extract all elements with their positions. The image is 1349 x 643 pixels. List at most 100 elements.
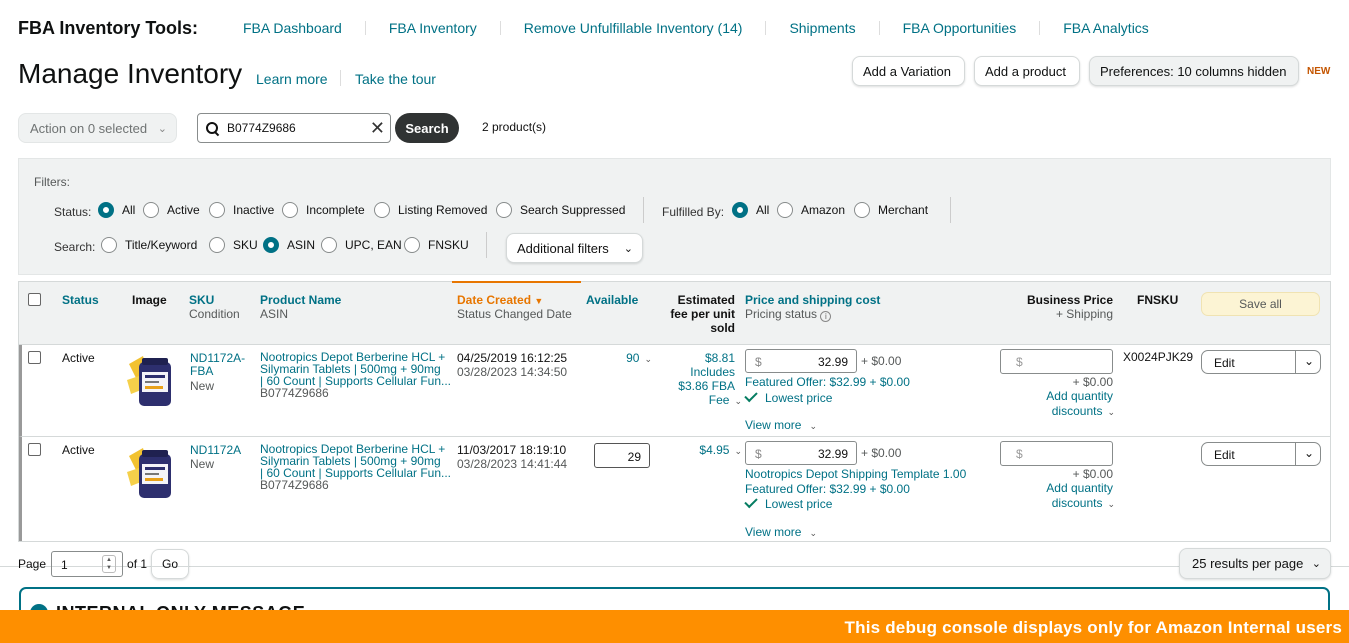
page-number-input[interactable]: 1 ▲ ▼ bbox=[51, 551, 124, 577]
row-fee-includes-line3[interactable]: Fee ⌄ bbox=[662, 394, 742, 408]
go-button[interactable]: Go bbox=[151, 549, 190, 579]
nav-fba-analytics[interactable]: FBA Analytics bbox=[1039, 21, 1172, 35]
row-add-qty-discounts-line2[interactable]: discounts ⌄ bbox=[1002, 405, 1115, 419]
fulfilled-merchant-radio[interactable]: Merchant bbox=[854, 202, 928, 218]
row-view-more[interactable]: View more ⌄ bbox=[745, 419, 817, 433]
page-of-total: of 1 bbox=[127, 557, 148, 571]
nav-fba-inventory[interactable]: FBA Inventory bbox=[364, 21, 500, 35]
nav-shipments[interactable]: Shipments bbox=[765, 21, 878, 35]
sort-desc-icon: ▼ bbox=[534, 296, 544, 306]
learn-more-link[interactable]: Learn more bbox=[256, 71, 328, 87]
add-variation-button[interactable]: Add a Variation bbox=[852, 56, 965, 86]
nav-fba-opportunities[interactable]: FBA Opportunities bbox=[878, 21, 1040, 35]
row-business-shipping: + $0.00 bbox=[1072, 467, 1113, 481]
row-available[interactable]: 90 ⌄ bbox=[602, 352, 652, 366]
radio-selected-icon bbox=[263, 237, 279, 253]
search-upc-ean-radio[interactable]: UPC, EAN bbox=[321, 237, 402, 253]
take-tour-link[interactable]: Take the tour bbox=[355, 71, 436, 87]
preferences-button[interactable]: Preferences: 10 columns hidden bbox=[1089, 56, 1299, 86]
nav-brand: FBA Inventory Tools: bbox=[18, 17, 198, 38]
row-status-changed: 03/28/2023 14:34:50 bbox=[457, 365, 568, 379]
status-active-radio[interactable]: Active bbox=[143, 202, 200, 218]
row-checkbox[interactable] bbox=[28, 351, 41, 364]
row-add-qty-discounts-line2[interactable]: discounts ⌄ bbox=[1002, 497, 1115, 511]
col-sku[interactable]: SKU bbox=[189, 293, 214, 307]
row-status: Active bbox=[62, 443, 95, 457]
row-fee[interactable]: $4.95 ⌄ bbox=[662, 444, 742, 458]
col-price[interactable]: Price and shipping cost bbox=[745, 293, 880, 307]
price-input[interactable]: $ 32.99 bbox=[745, 349, 857, 373]
radio-icon bbox=[854, 202, 870, 218]
row-lowest-price: Lowest price bbox=[744, 388, 832, 405]
row-shipping-template[interactable]: Nootropics Depot Shipping Template 1.00 bbox=[745, 468, 966, 481]
col-status[interactable]: Status bbox=[62, 293, 99, 307]
chevron-down-icon[interactable]: ⌄ bbox=[1304, 446, 1314, 460]
bulk-action-label: Action on 0 selected bbox=[30, 120, 148, 136]
row-fnsku: X0024PJK29 bbox=[1123, 350, 1194, 364]
search-asin-radio[interactable]: ASIN bbox=[263, 237, 315, 253]
row-status-changed: 03/28/2023 14:41:44 bbox=[457, 457, 568, 471]
table-header: Status Image SKU Condition Product Name … bbox=[19, 281, 1330, 345]
row-lowest-price: Lowest price bbox=[744, 494, 832, 511]
available-qty-input[interactable]: 29 bbox=[594, 443, 650, 468]
search-field[interactable]: ✕ bbox=[197, 113, 391, 143]
info-icon[interactable]: i bbox=[820, 311, 832, 322]
save-all-button[interactable]: Save all bbox=[1201, 292, 1320, 316]
nav-remove-unfulfillable[interactable]: Remove Unfulfillable Inventory (14) bbox=[499, 21, 766, 35]
edit-split-button[interactable]: Edit ⌄ bbox=[1201, 350, 1321, 374]
col-condition: Condition bbox=[189, 307, 240, 321]
chevron-down-icon: ⌄ bbox=[644, 354, 652, 364]
search-input[interactable] bbox=[227, 121, 367, 135]
row-checkbox[interactable] bbox=[28, 443, 41, 456]
col-fnsku: FNSKU bbox=[1137, 293, 1179, 307]
chevron-down-icon: ⌄ bbox=[809, 528, 818, 538]
clear-icon[interactable]: ✕ bbox=[370, 119, 385, 137]
search-button[interactable]: Search bbox=[395, 113, 459, 143]
business-price-input[interactable]: $ bbox=[1000, 349, 1113, 374]
results-per-page-select[interactable]: 25 results per page ⌄ bbox=[1179, 548, 1331, 579]
row-sku-line1[interactable]: ND1172A bbox=[190, 444, 241, 457]
col-date-created[interactable]: Date Created ▼ bbox=[457, 293, 543, 308]
status-incomplete-radio[interactable]: Incomplete bbox=[282, 202, 365, 218]
edit-split-button[interactable]: Edit ⌄ bbox=[1201, 442, 1321, 466]
col-image: Image bbox=[132, 293, 167, 307]
row-add-qty-discounts-line1[interactable]: Add quantity bbox=[1002, 482, 1113, 495]
search-fnsku-radio[interactable]: FNSKU bbox=[404, 237, 469, 253]
status-listing-removed-radio[interactable]: Listing Removed bbox=[374, 202, 487, 218]
add-product-button[interactable]: Add a product bbox=[974, 56, 1080, 86]
search-sku-radio[interactable]: SKU bbox=[209, 237, 258, 253]
fulfilled-amazon-radio[interactable]: Amazon bbox=[777, 202, 845, 218]
status-all-radio[interactable]: All bbox=[98, 202, 135, 218]
status-search-suppressed-radio[interactable]: Search Suppressed bbox=[496, 202, 625, 218]
row-featured-offer[interactable]: Featured Offer: $32.99 + $0.00 bbox=[745, 483, 910, 496]
col-available[interactable]: Available bbox=[586, 293, 638, 307]
nav-fba-dashboard[interactable]: FBA Dashboard bbox=[220, 21, 365, 35]
row-fee[interactable]: $8.81 bbox=[662, 352, 735, 365]
chevron-down-icon: ⌄ bbox=[734, 446, 742, 456]
row-sku-line2[interactable]: FBA bbox=[190, 365, 213, 378]
status-inactive-radio[interactable]: Inactive bbox=[209, 202, 274, 218]
business-price-input[interactable]: $ bbox=[1000, 441, 1113, 466]
select-all-checkbox[interactable] bbox=[28, 293, 41, 306]
product-image[interactable] bbox=[125, 442, 181, 502]
chevron-down-icon[interactable]: ⌄ bbox=[1304, 354, 1314, 368]
row-fee-includes-line2[interactable]: $3.86 FBA bbox=[662, 380, 735, 393]
radio-selected-icon bbox=[732, 202, 748, 218]
search-title-keyword-radio[interactable]: Title/Keyword bbox=[101, 237, 197, 253]
row-view-more[interactable]: View more ⌄ bbox=[745, 526, 817, 540]
header-divider bbox=[340, 70, 341, 86]
col-business-shipping: + Shipping bbox=[1055, 307, 1113, 321]
row-add-qty-discounts-line1[interactable]: Add quantity bbox=[1002, 390, 1113, 403]
product-image[interactable] bbox=[125, 350, 181, 410]
row-fee-includes-line1[interactable]: Includes bbox=[662, 366, 735, 379]
price-input[interactable]: $ 32.99 bbox=[745, 441, 857, 465]
col-product-name[interactable]: Product Name bbox=[260, 293, 341, 307]
row-featured-offer[interactable]: Featured Offer: $32.99 + $0.00 bbox=[745, 376, 910, 389]
fulfilled-all-radio[interactable]: All bbox=[732, 202, 769, 218]
status-filter-label: Status: bbox=[54, 205, 92, 219]
bulk-action-select[interactable]: Action on 0 selected ⌄ bbox=[18, 113, 177, 143]
spinner-icon[interactable]: ▲ ▼ bbox=[102, 555, 117, 573]
chevron-down-icon: ⌄ bbox=[1107, 407, 1115, 417]
additional-filters-button[interactable]: Additional filters ⌄ bbox=[506, 233, 643, 263]
col-asin: ASIN bbox=[260, 307, 289, 321]
